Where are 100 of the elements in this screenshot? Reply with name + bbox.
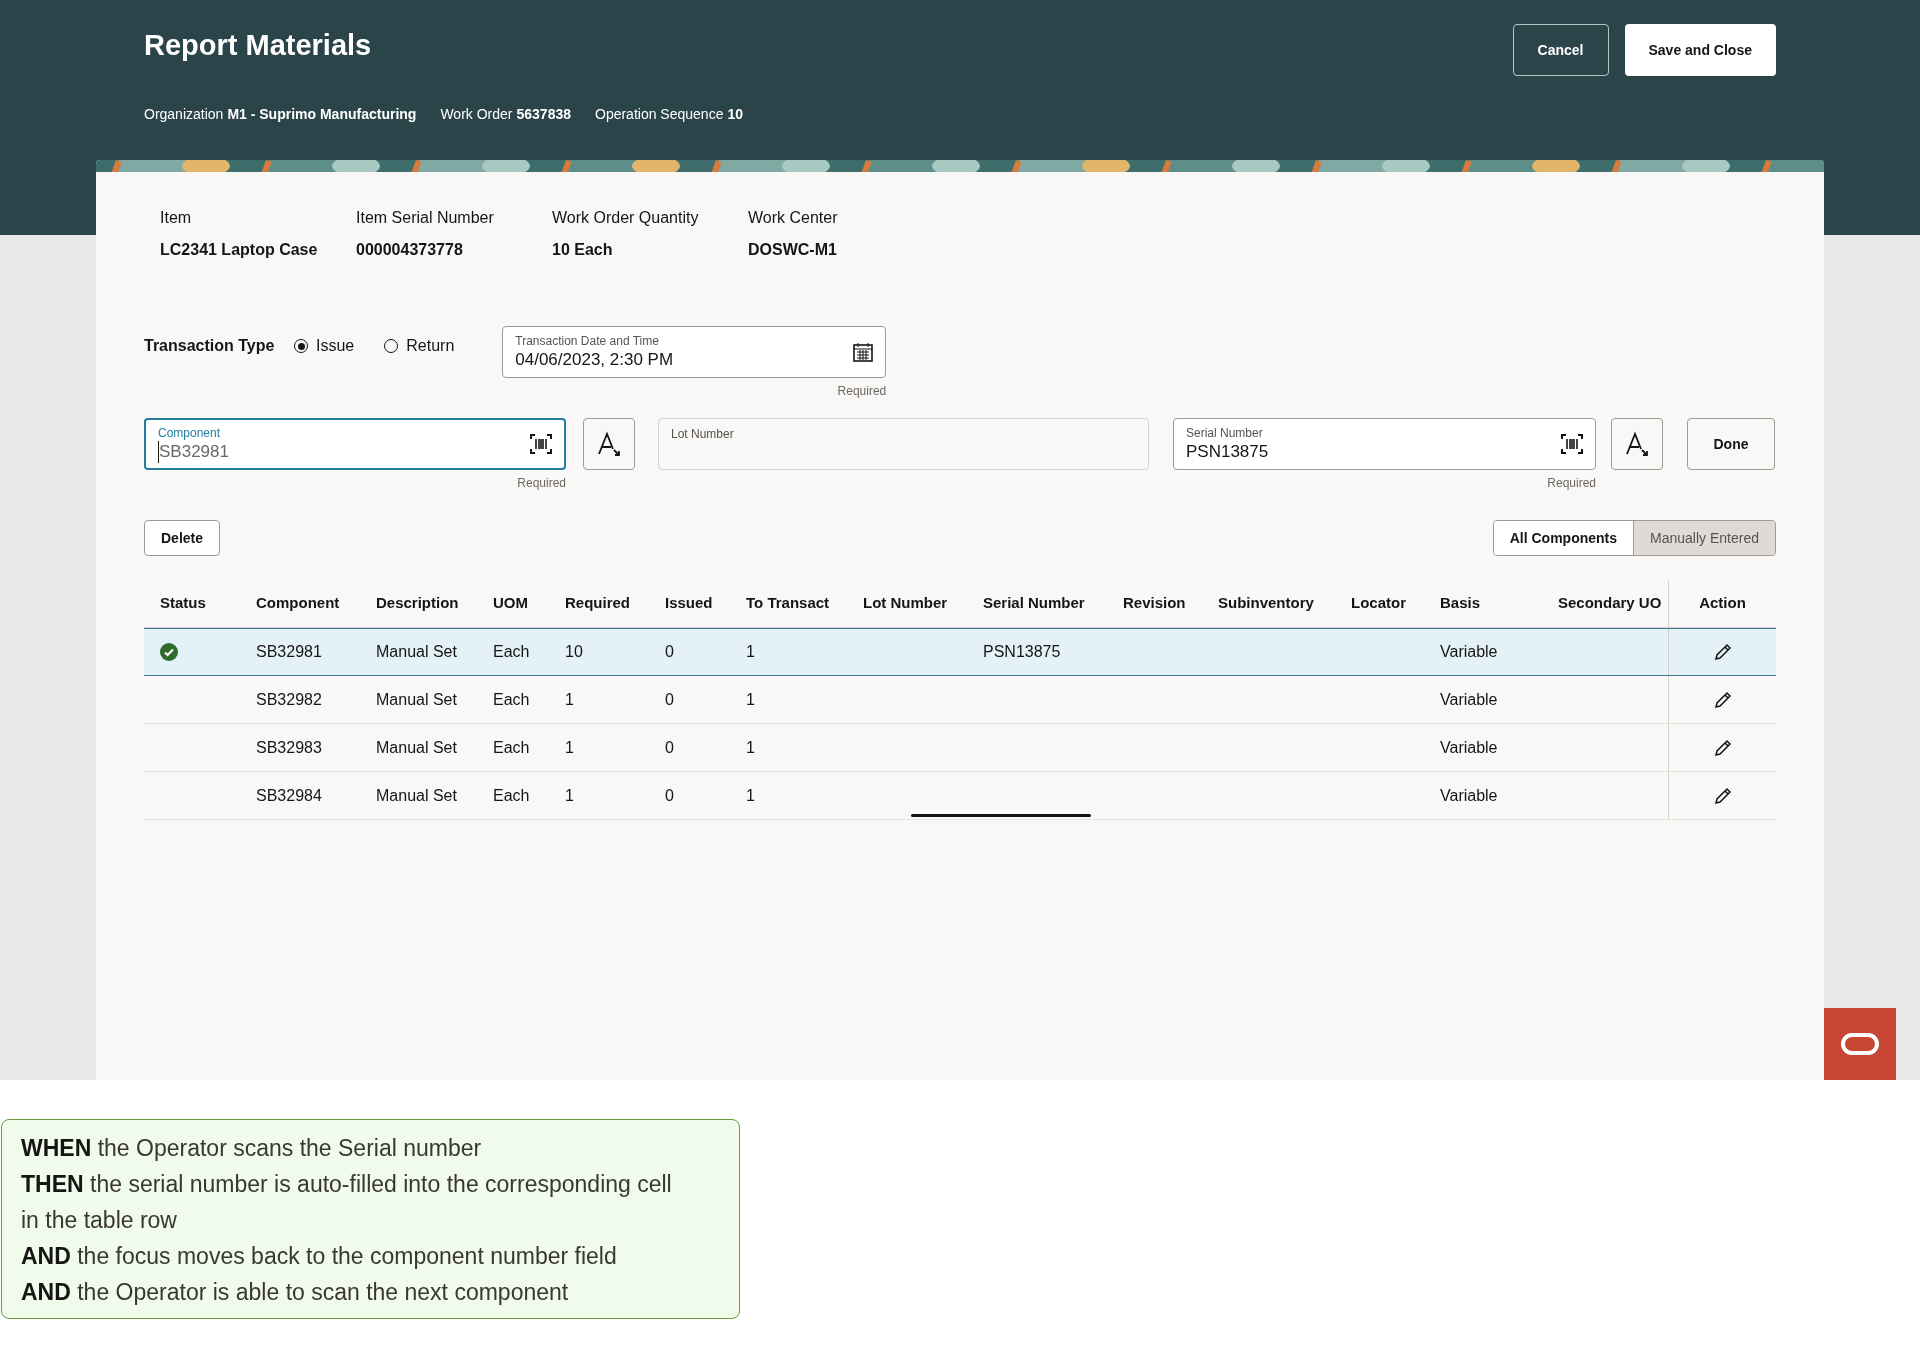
table-cell-text: 0 [665, 737, 674, 758]
column-header[interactable]: Subinventory [1218, 592, 1314, 615]
column-header[interactable]: Basis [1440, 592, 1481, 615]
input-field[interactable]: Component SB32981 [144, 418, 566, 470]
table-cell-text: 0 [665, 642, 674, 662]
text-entry-button[interactable] [1611, 418, 1663, 470]
info-value: LC2341 Laptop Case [160, 240, 319, 260]
table-cell-text: SB32982 [256, 689, 322, 710]
meta-value: 5637838 [516, 105, 571, 124]
info-label: Item [160, 208, 193, 228]
oracle-logo-badge[interactable] [1824, 1008, 1896, 1080]
field-label: Component [158, 425, 222, 441]
note-line: THEN the serial number is auto-filled into the corresponding cell [21, 1170, 673, 1199]
transaction-type-label: Transaction Type [144, 336, 276, 356]
edit-pencil-icon[interactable] [1713, 690, 1732, 709]
table-cell-text: 0 [665, 689, 674, 710]
calendar-icon[interactable] [853, 342, 874, 362]
meta-label: Operation Sequence [595, 105, 724, 124]
column-header[interactable]: Status [160, 592, 206, 615]
scrollbar[interactable] [911, 814, 1091, 817]
barcode-scan-icon[interactable] [1561, 434, 1583, 454]
column-header[interactable]: Secondary UO [1558, 592, 1662, 615]
cancel-button[interactable]: Cancel [1512, 24, 1609, 76]
delete-button[interactable]: Delete [144, 520, 221, 556]
letter-arrow-icon [596, 431, 622, 457]
note-line: AND the focus moves back to the component number field [21, 1242, 618, 1271]
column-header[interactable]: Component [256, 592, 340, 615]
required-hint: Required [517, 475, 566, 492]
table-cell-text: 1 [746, 689, 755, 710]
meta-value: M1 - Suprimo Manufacturing [227, 105, 417, 124]
required-hint: Required [837, 383, 887, 400]
text-entry-button[interactable] [583, 418, 635, 470]
field-value: PSN13875 [1186, 440, 1270, 463]
column-header[interactable]: Description [376, 592, 459, 615]
meta-label: Organization [144, 105, 224, 124]
radio-option[interactable]: Issue [294, 334, 355, 358]
column-header[interactable]: Revision [1123, 592, 1186, 615]
column-header[interactable]: Issued [665, 592, 713, 615]
table-row[interactable]: SB32981 Manual Set Each 10 0 1 PSN13875 Variable [144, 628, 1776, 676]
table-row[interactable]: SB32983 Manual Set Each 1 0 1 Variable [144, 724, 1776, 772]
letter-arrow-icon [1624, 431, 1650, 457]
column-header[interactable]: Serial Number [983, 592, 1085, 615]
info-value: 000004373778 [356, 240, 464, 260]
table-cell-text: 1 [565, 785, 574, 806]
table-cell-text: Each [493, 689, 530, 710]
info-value: DOSWC-M1 [748, 240, 838, 260]
edit-pencil-icon[interactable] [1713, 786, 1732, 805]
edit-pencil-icon[interactable] [1713, 738, 1732, 757]
radio-option[interactable]: Return [384, 334, 455, 358]
field-value: 04/06/2023, 2:30 PM [515, 348, 675, 371]
note-line: WHEN the Operator scans the Serial number [21, 1134, 483, 1163]
note-line: AND the Operator is able to scan the next component [21, 1278, 570, 1307]
view-toggle-button[interactable]: Manually Entered [1633, 521, 1775, 555]
table-cell-text: SB32984 [256, 785, 322, 806]
info-label: Work Center [748, 208, 839, 228]
field-label: Serial Number [1186, 425, 1264, 441]
column-header[interactable]: Locator [1351, 592, 1406, 615]
meta-label: Work Order [440, 105, 513, 124]
info-label: Item Serial Number [356, 208, 495, 228]
date-time-field[interactable]: Transaction Date and Time 04/06/2023, 2:30 PM [502, 326, 887, 378]
view-toggle-button[interactable]: All Components [1493, 521, 1634, 555]
edit-pencil-icon[interactable] [1713, 643, 1732, 661]
table-cell-text: SB32981 [256, 642, 322, 662]
column-header[interactable]: To Transact [746, 592, 830, 615]
barcode-scan-icon[interactable] [530, 434, 552, 454]
field-value: SB32981 [158, 440, 530, 463]
table-cell-text: Variable [1440, 785, 1498, 806]
table-row[interactable]: SB32982 Manual Set Each 1 0 1 Variable [144, 676, 1776, 724]
field-label: Lot Number [671, 427, 734, 443]
table-cell-text: Each [493, 642, 530, 662]
table-cell-text: Variable [1440, 642, 1498, 662]
done-button[interactable]: Done [1687, 418, 1775, 470]
table-cell-text: Each [493, 737, 530, 758]
column-header[interactable]: UOM [493, 592, 528, 615]
input-field[interactable]: Serial Number PSN13875 [1173, 418, 1596, 470]
note-line: in the table row [21, 1206, 178, 1235]
lot-number-field[interactable]: Lot Number [658, 418, 1149, 470]
column-header[interactable]: Action [1699, 592, 1746, 615]
table-cell-text: Manual Set [376, 642, 457, 662]
info-value: 10 Each [552, 240, 614, 260]
table-cell-text: SB32983 [256, 737, 322, 758]
table-cell-text: PSN13875 [983, 642, 1061, 662]
table-cell-text: 1 [746, 737, 755, 758]
table-cell-text: Manual Set [376, 689, 457, 710]
table-cell-text: 1 [746, 642, 755, 662]
field-label: Transaction Date and Time [515, 333, 660, 349]
table-cell-text: Each [493, 785, 530, 806]
table-cell-text: 1 [565, 737, 574, 758]
table-cell-text: Manual Set [376, 785, 457, 806]
page-title: Report Materials [144, 28, 372, 63]
column-header[interactable]: Lot Number [863, 592, 948, 615]
table-cell-text: 0 [665, 785, 674, 806]
table-cell-text: Variable [1440, 737, 1498, 758]
required-hint: Required [1547, 475, 1596, 492]
table-cell-text: 1 [565, 689, 574, 710]
oracle-logo-icon [1840, 1031, 1880, 1057]
table-cell-text: Manual Set [376, 737, 457, 758]
info-label: Work Order Quantity [552, 208, 700, 228]
column-header[interactable]: Required [565, 592, 630, 615]
save-button[interactable]: Save and Close [1624, 24, 1776, 76]
